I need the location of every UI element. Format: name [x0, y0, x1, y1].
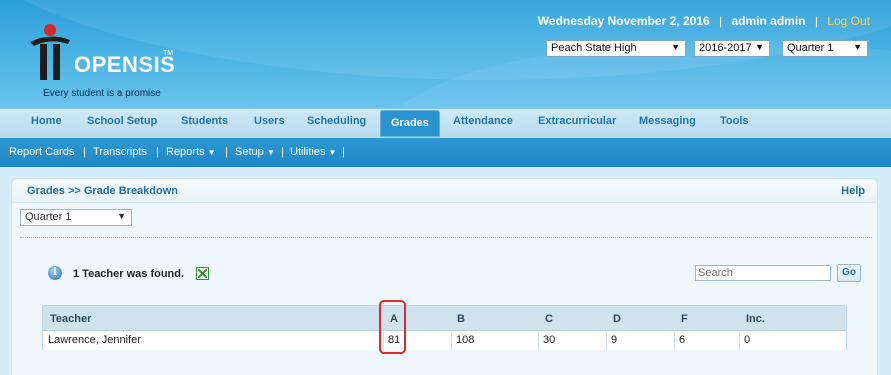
main-nav: Home School Setup Students Users Schedul…	[0, 108, 891, 138]
cell-teacher: Lawrence, Jennifer	[48, 334, 141, 346]
subnav-transcripts[interactable]: Transcripts	[93, 146, 147, 158]
table-header-row: Teacher A B C D F Inc.	[43, 306, 846, 331]
subnav-utilities[interactable]: Utilities ▼	[290, 146, 336, 158]
cell-f: 6	[679, 334, 686, 346]
result-count: 1 Teacher was found.	[73, 268, 185, 280]
nav-grades[interactable]: Grades	[380, 110, 440, 137]
panel-header: Grades >> Grade Breakdown Help	[12, 179, 877, 203]
subnav-setup-label: Setup	[235, 146, 264, 158]
caret-down-icon: ▼	[328, 148, 337, 157]
column-divider	[674, 332, 675, 350]
nav-extracurricular[interactable]: Extracurricular	[538, 115, 616, 127]
logout-link[interactable]: Log Out	[827, 14, 870, 28]
column-header-b[interactable]: B	[457, 313, 465, 325]
logo-wordmark: OPENSIS	[74, 52, 175, 78]
top-bar: Wednesday November 2, 2016 | admin admin…	[538, 14, 870, 28]
subnav-report-cards[interactable]: Report Cards	[9, 146, 74, 158]
cell-c: 30	[543, 334, 556, 346]
current-user: admin admin	[731, 14, 806, 28]
table-row[interactable]: Lawrence, Jennifer 81 108 30 9 6 0	[43, 331, 846, 350]
nav-scheduling[interactable]: Scheduling	[307, 115, 366, 127]
sub-nav: Report Cards | Transcripts | Reports ▼ |…	[0, 138, 891, 167]
column-header-c[interactable]: C	[545, 313, 553, 325]
period-select-value: Quarter 1	[25, 211, 72, 223]
excel-export-icon[interactable]	[196, 267, 209, 280]
column-divider	[538, 332, 539, 350]
quarter-select-value: Quarter 1	[787, 42, 834, 54]
separator: |	[342, 146, 345, 158]
cell-b: 108	[456, 334, 475, 346]
separator: |	[814, 14, 818, 28]
separator: |	[225, 146, 228, 158]
breadcrumb: Grades >> Grade Breakdown	[27, 185, 179, 197]
column-header-f[interactable]: F	[681, 313, 688, 325]
cell-d: 9	[611, 334, 618, 346]
column-header-d[interactable]: D	[613, 313, 621, 325]
nav-school-setup[interactable]: School Setup	[87, 115, 157, 127]
column-header-inc[interactable]: Inc.	[746, 313, 765, 325]
subnav-reports[interactable]: Reports ▼	[166, 146, 216, 158]
period-select[interactable]: Quarter 1 ▼	[20, 209, 132, 226]
subnav-utilities-label: Utilities	[290, 146, 326, 158]
divider	[20, 237, 872, 238]
opensis-logo: OPENSIS TM Every student is a promise	[26, 22, 186, 102]
grade-breakdown-table: Teacher A B C D F Inc. Lawrence, Jennife…	[42, 305, 847, 350]
logo-tagline: Every student is a promise	[43, 88, 161, 99]
nav-users[interactable]: Users	[254, 115, 285, 127]
nav-tools[interactable]: Tools	[720, 115, 749, 127]
year-select-value: 2016-2017	[699, 42, 752, 54]
go-button[interactable]: Go	[837, 264, 861, 282]
subnav-setup[interactable]: Setup ▼	[235, 146, 275, 158]
year-select[interactable]: 2016-2017 ▼	[694, 40, 770, 57]
school-select-value: Peach State High	[551, 42, 637, 54]
nav-home[interactable]: Home	[31, 115, 62, 127]
column-divider	[606, 332, 607, 350]
caret-down-icon: ▼	[207, 148, 216, 157]
logo-open-text: OPEN	[74, 52, 139, 77]
nav-messaging[interactable]: Messaging	[639, 115, 696, 127]
separator: |	[156, 146, 159, 158]
logo-trademark: TM	[163, 50, 174, 57]
column-divider	[739, 332, 740, 350]
help-link[interactable]: Help	[841, 185, 865, 197]
chevron-down-icon: ▼	[117, 211, 126, 221]
logo-figure-icon	[30, 24, 70, 80]
current-date: Wednesday November 2, 2016	[537, 14, 710, 28]
column-divider	[451, 332, 452, 350]
chevron-down-icon: ▼	[671, 42, 680, 52]
cell-inc: 0	[744, 334, 751, 346]
subnav-reports-label: Reports	[166, 146, 205, 158]
nav-attendance[interactable]: Attendance	[453, 115, 513, 127]
separator: |	[719, 14, 723, 28]
highlight-box	[379, 300, 406, 354]
caret-down-icon: ▼	[266, 148, 275, 157]
column-header-teacher[interactable]: Teacher	[50, 313, 91, 325]
separator: |	[83, 146, 86, 158]
separator: |	[281, 146, 284, 158]
chevron-down-icon: ▼	[853, 42, 862, 52]
search-input[interactable]	[695, 265, 831, 281]
nav-students[interactable]: Students	[181, 115, 228, 127]
quarter-select[interactable]: Quarter 1 ▼	[782, 40, 868, 57]
school-select[interactable]: Peach State High ▼	[546, 40, 686, 57]
info-icon: i	[48, 266, 62, 280]
chevron-down-icon: ▼	[755, 42, 764, 52]
